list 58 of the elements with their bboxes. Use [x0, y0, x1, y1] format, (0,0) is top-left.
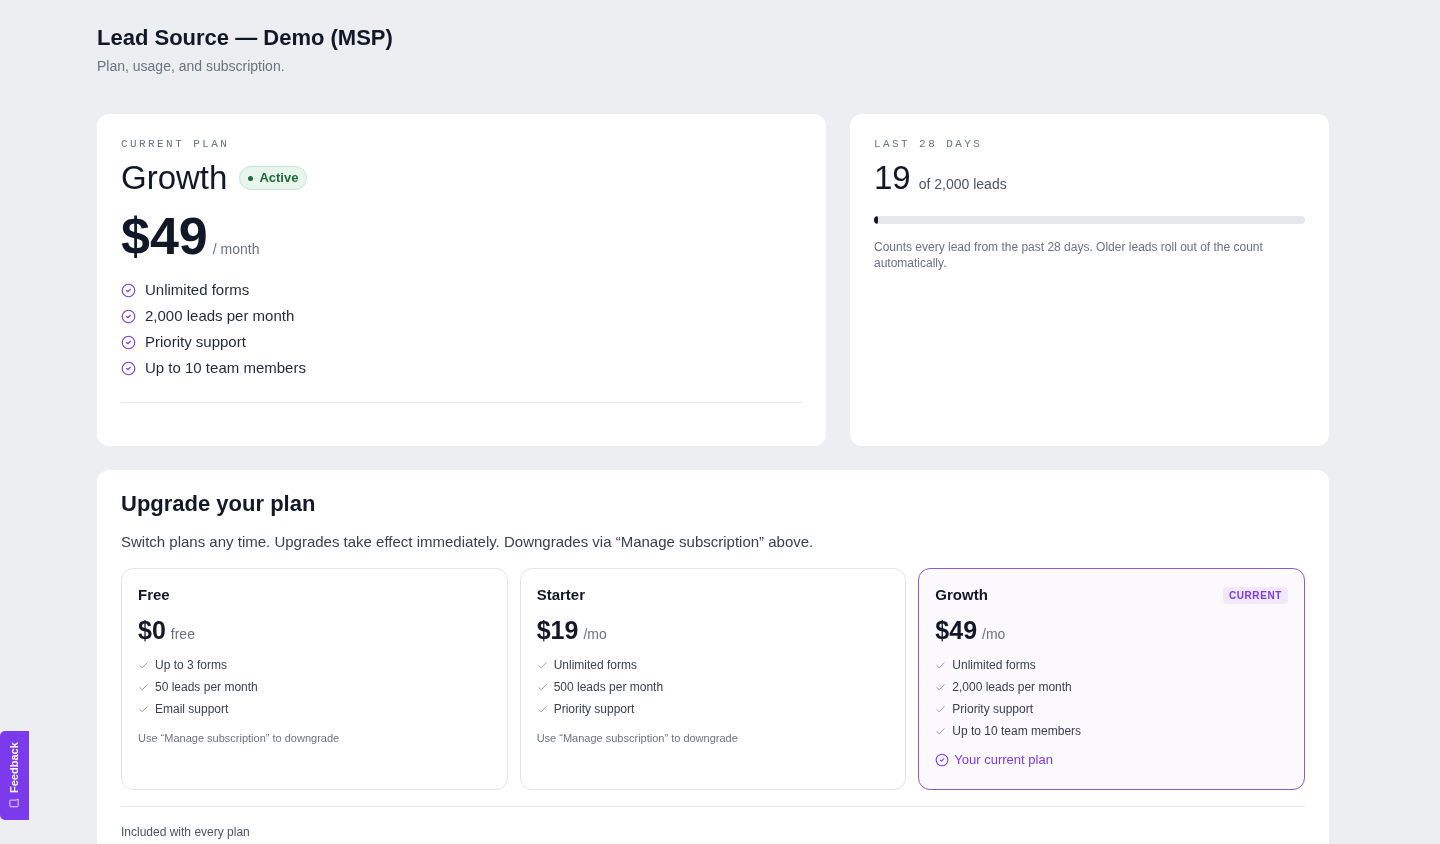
check-icon [935, 659, 947, 671]
plan-name: Growth [935, 585, 988, 605]
feature-text: 2,000 leads per month [952, 679, 1072, 696]
plan-price: $19 [536, 615, 579, 646]
current-badge: CURRENT [1222, 586, 1288, 604]
page-title: Lead Source — Demo (MSP) [97, 24, 394, 52]
feature-text: Priority support [553, 701, 635, 718]
current-plan-label: Your current plan [954, 751, 1053, 769]
feature-text: 50 leads per month [155, 679, 258, 696]
feature-text: Email support [155, 701, 229, 718]
circle-check-icon [121, 308, 136, 324]
check-icon [935, 681, 947, 693]
feature-text: Up to 3 forms [155, 657, 228, 674]
check-icon [536, 681, 548, 693]
card-eyebrow: CURRENT PLAN [121, 137, 231, 152]
plan-price: $49 [935, 615, 978, 646]
circle-check-icon [935, 753, 950, 767]
plan-price: $49 [121, 206, 208, 266]
plan-note: Use “Manage subscription” to downgrade [536, 731, 739, 746]
feature-text: Up to 10 team members [952, 723, 1082, 740]
section-description: Switch plans any time. Upgrades take effect immediately. Downgrades via “Manage subscription” above. [121, 532, 815, 552]
check-icon [935, 703, 947, 715]
plan-name: Free [138, 585, 170, 605]
feature-text: Priority support [952, 701, 1034, 718]
price-period: /mo [583, 625, 607, 644]
feature-text: Priority support [145, 332, 246, 352]
speech-bubble-icon [9, 798, 20, 809]
feature-text: Unlimited forms [553, 657, 637, 674]
feature-text: Unlimited forms [952, 657, 1036, 674]
feature-text: Unlimited forms [145, 280, 250, 300]
circle-check-icon [121, 360, 136, 376]
check-icon [536, 659, 548, 671]
feature-text: Up to 10 team members [145, 358, 306, 378]
included-title: Included with every plan [121, 824, 251, 840]
card-eyebrow: LAST 28 DAYS [874, 137, 984, 152]
plan-note: Use “Manage subscription” to downgrade [138, 731, 341, 746]
usage-count: 19 [874, 158, 911, 198]
price-period: /mo [982, 625, 1006, 644]
usage-total: of 2,000 leads [918, 175, 1007, 194]
section-title: Upgrade your plan [121, 490, 317, 518]
feature-text: 2,000 leads per month [145, 306, 295, 326]
check-icon [138, 703, 149, 715]
check-icon [935, 725, 947, 737]
page-subtitle: Plan, usage, and subscription. [97, 57, 286, 76]
circle-check-icon [121, 282, 136, 298]
feedback-tab[interactable]: Feedback [0, 731, 29, 820]
status-badge: Active [239, 166, 308, 190]
check-icon [138, 659, 149, 671]
plan-price: $0 [138, 615, 166, 646]
check-icon [138, 681, 149, 693]
circle-check-icon [121, 334, 136, 350]
check-icon [536, 703, 548, 715]
usage-note: Counts every lead from the past 28 days. Older leads roll out of the count automatically. [874, 239, 1264, 271]
plan-name: Starter [536, 585, 585, 605]
feature-text: 500 leads per month [553, 679, 664, 696]
price-period: / month [212, 240, 260, 259]
price-period: free [170, 625, 195, 644]
plan-name: Growth [121, 158, 228, 198]
